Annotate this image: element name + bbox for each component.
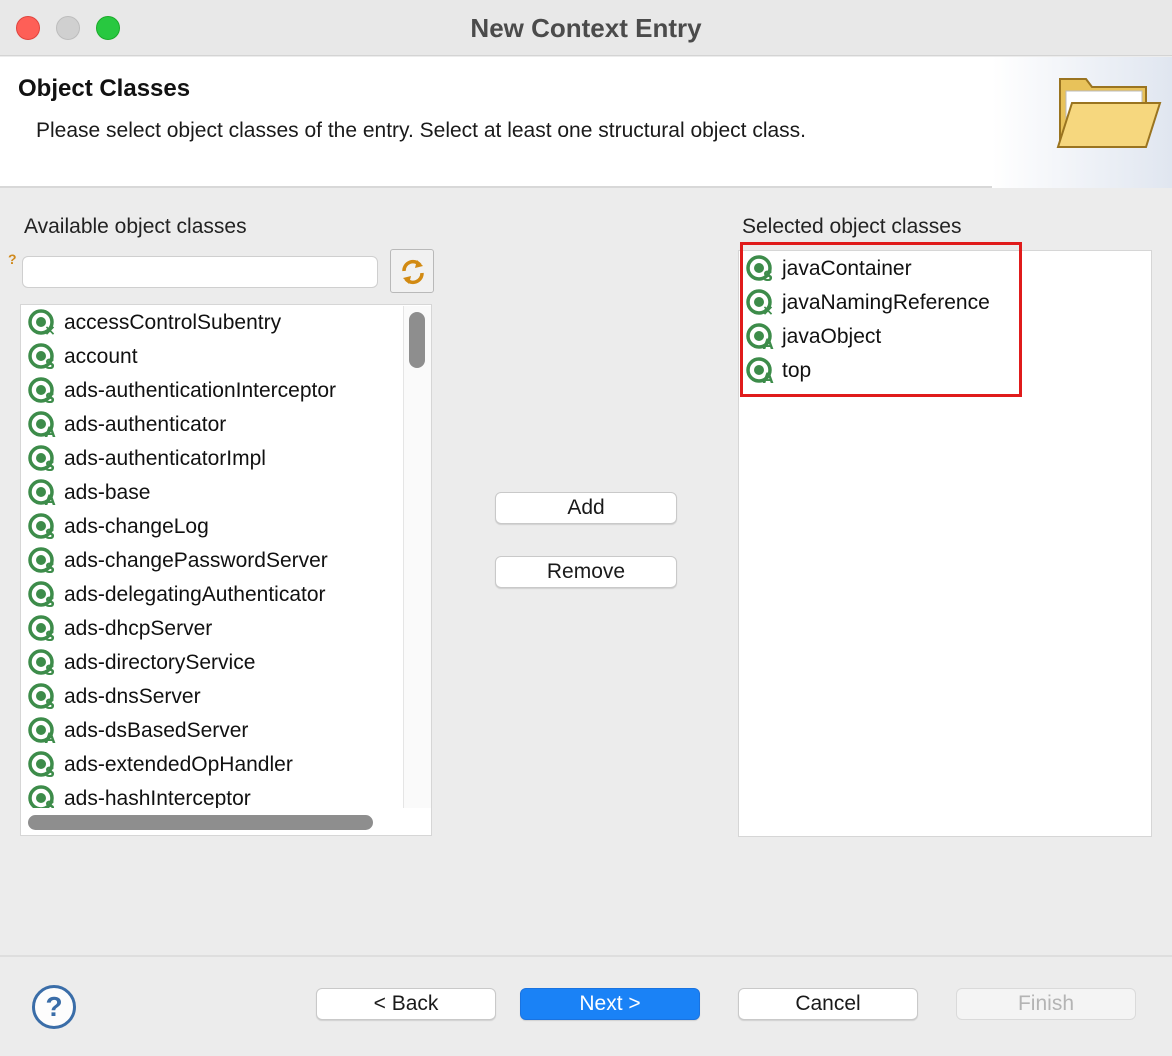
back-button[interactable]: < Back [316,988,496,1020]
object-class-icon: S [28,751,58,781]
list-item[interactable]: × accessControlSubentry [22,306,403,340]
object-class-icon: S [28,513,58,543]
window-title: New Context Entry [470,13,702,43]
list-item-label: accessControlSubentry [64,311,282,334]
svg-text:S: S [45,595,55,609]
list-item-label: ads-changePasswordServer [64,549,328,572]
list-item-label: ads-dnsServer [64,685,201,708]
object-class-icon: S [28,343,58,373]
list-item[interactable]: Aads-base [22,476,403,510]
svg-text:A: A [45,425,56,439]
dialog-window: New Context Entry Object Classes Please … [0,0,1172,1056]
selection-highlight-box [740,242,1022,397]
list-item[interactable]: Sads-authenticationInterceptor [22,374,403,408]
available-horizontal-scroll-thumb[interactable] [28,815,373,830]
list-item-label: ads-base [64,481,151,504]
object-class-icon: S [28,581,58,611]
list-item[interactable]: Sads-delegatingAuthenticator [22,578,403,612]
object-class-icon: S [28,785,58,808]
list-item-label: ads-authenticationInterceptor [64,379,337,402]
cancel-button[interactable]: Cancel [738,988,918,1020]
list-item[interactable]: Sads-authenticatorImpl [22,442,403,476]
object-class-icon: × [28,309,58,339]
page-title: Object Classes [18,75,191,102]
available-vertical-scroll-thumb[interactable] [409,312,425,368]
svg-text:×: × [44,323,56,337]
title-bar: New Context Entry [0,0,1172,56]
svg-text:S: S [45,629,55,643]
list-item-label: ads-authenticator [64,413,227,436]
object-class-icon: S [28,615,58,645]
available-list-viewport: × accessControlSubentry Saccount Sads-authe… [22,306,403,808]
next-button[interactable]: Next > [520,988,700,1020]
object-class-icon: A [28,479,58,509]
list-item[interactable]: Aads-dsBasedServer [22,714,403,748]
list-item[interactable]: Sads-changePasswordServer [22,544,403,578]
svg-text:A: A [45,731,56,745]
list-item[interactable]: Sads-extendedOpHandler [22,748,403,782]
list-item-label: ads-hashInterceptor [64,787,251,808]
list-item[interactable]: Sads-dhcpServer [22,612,403,646]
svg-text:S: S [45,357,55,371]
list-item-label: ads-authenticatorImpl [64,447,266,470]
object-class-icon: A [28,411,58,441]
list-item-label: ads-delegatingAuthenticator [64,583,326,606]
svg-text:S: S [45,663,55,677]
list-item-label: ads-dsBasedServer [64,719,249,742]
list-item[interactable]: Sads-directoryService [22,646,403,680]
refresh-button[interactable] [390,249,434,293]
footer-separator [0,955,1172,957]
object-class-icon: A [28,717,58,747]
list-item-label: ads-dhcpServer [64,617,213,640]
object-class-icon: S [28,683,58,713]
content-assist-hint-icon: ? [8,251,17,267]
list-item[interactable]: Saccount [22,340,403,374]
object-class-icon: S [28,649,58,679]
svg-text:S: S [45,391,55,405]
remove-button[interactable]: Remove [495,556,677,588]
list-item-label: ads-changeLog [64,515,209,538]
svg-text:S: S [45,459,55,473]
list-item[interactable]: Sads-hashInterceptor [22,782,403,808]
available-vertical-scrollbar[interactable] [403,306,431,808]
help-icon[interactable]: ? [32,985,76,1029]
available-classes-label: Available object classes [24,215,247,238]
add-button[interactable]: Add [495,492,677,524]
finish-button: Finish [956,988,1136,1020]
filter-input[interactable] [22,256,378,288]
object-class-icon: S [28,377,58,407]
page-description: Please select object classes of the entr… [36,119,806,142]
refresh-icon [402,259,424,285]
svg-text:S: S [45,561,55,575]
list-item[interactable]: Sads-dnsServer [22,680,403,714]
header-banner: Object Classes Please select object clas… [0,57,1172,188]
selected-classes-label: Selected object classes [742,215,962,238]
list-item-label: ads-extendedOpHandler [64,753,293,776]
svg-text:S: S [45,527,55,541]
svg-text:A: A [45,493,56,507]
object-class-icon: S [28,445,58,475]
list-item-label: account [64,345,138,368]
svg-text:S: S [45,765,55,779]
open-folder-icon [1056,78,1162,148]
list-item-label: ads-directoryService [64,651,256,674]
svg-text:S: S [45,697,55,711]
list-item[interactable]: Aads-authenticator [22,408,403,442]
list-item[interactable]: Sads-changeLog [22,510,403,544]
svg-text:S: S [45,799,55,808]
object-class-icon: S [28,547,58,577]
